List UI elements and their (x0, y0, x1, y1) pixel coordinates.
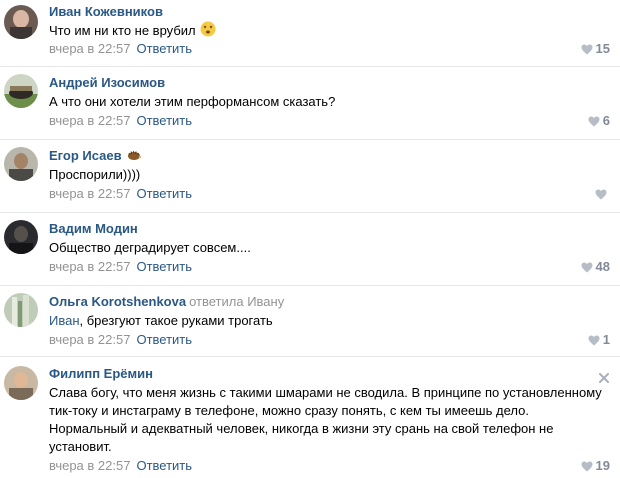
comment-item: Ольга Korotshenkova ответила Ивану Иван, … (0, 286, 620, 357)
avatar[interactable] (4, 220, 38, 254)
hedgehog-icon (126, 148, 142, 165)
author-name[interactable]: Филипп Ерёмин (49, 366, 153, 381)
comment-text: Общество деградирует совсем.... (49, 240, 251, 255)
comment-time[interactable]: вчера в 22:57 (49, 259, 130, 274)
close-icon[interactable] (598, 371, 610, 383)
author-name[interactable]: Ольга Korotshenkova (49, 294, 186, 309)
like-button[interactable] (595, 185, 610, 202)
comment-item: Егор Исаев Проспорили)))) вчера в 22:57 О… (0, 140, 620, 213)
like-button[interactable]: 1 (588, 331, 610, 348)
reply-button[interactable]: Ответить (136, 113, 192, 128)
heart-icon (588, 335, 600, 346)
like-count: 15 (595, 41, 610, 56)
like-count: 6 (602, 113, 610, 128)
like-button[interactable]: 15 (581, 40, 610, 57)
reply-to-link[interactable]: Ивану (247, 294, 284, 309)
comment-time[interactable]: вчера в 22:57 (49, 41, 130, 56)
comment-item: Вадим Модин Общество деградирует совсем.… (0, 213, 620, 286)
reply-button[interactable]: Ответить (136, 332, 192, 347)
comment-text: , брезгуют такое руками трогать (79, 313, 273, 328)
author-name[interactable]: Иван Кожевников (49, 4, 163, 19)
comment-time[interactable]: вчера в 22:57 (49, 113, 130, 128)
like-count: 48 (595, 259, 610, 274)
reply-button[interactable]: Ответить (136, 259, 192, 274)
avatar[interactable] (4, 293, 38, 327)
avatar[interactable] (4, 147, 38, 181)
dizzy-face-emoji-icon (200, 21, 216, 42)
author-name[interactable]: Андрей Изосимов (49, 75, 165, 90)
comment-text: Что им ни кто не врубил (49, 22, 196, 38)
comment-item: Андрей Изосимов А что они хотели этим пе… (0, 67, 620, 140)
author-name[interactable]: Егор Исаев (49, 148, 122, 163)
comment-time[interactable]: вчера в 22:57 (49, 332, 130, 347)
comment-item: Иван Кожевников Что им ни кто не врубил … (0, 0, 620, 67)
comment-time[interactable]: вчера в 22:57 (49, 458, 130, 473)
comments-list: Иван Кожевников Что им ни кто не врубил … (0, 0, 620, 478)
like-button[interactable]: 19 (581, 457, 610, 474)
comment-text: Проспорили)))) (49, 167, 141, 182)
like-button[interactable]: 6 (588, 112, 610, 129)
heart-icon (581, 44, 593, 55)
like-count: 19 (595, 458, 610, 473)
reply-button[interactable]: Ответить (136, 186, 192, 201)
avatar[interactable] (4, 5, 38, 39)
reply-button[interactable]: Ответить (136, 41, 192, 56)
like-count: 1 (602, 332, 610, 347)
like-button[interactable]: 48 (581, 258, 610, 275)
avatar[interactable] (4, 74, 38, 108)
comment-text: Слава богу, что меня жизнь с такими шмар… (49, 385, 602, 454)
mention-link[interactable]: Иван (49, 313, 80, 328)
comment-text: А что они хотели этим перформансом сказа… (49, 94, 336, 109)
heart-icon (581, 262, 593, 273)
avatar[interactable] (4, 366, 38, 400)
author-name[interactable]: Вадим Модин (49, 221, 138, 236)
replied-label: ответила (189, 294, 244, 309)
comment-time[interactable]: вчера в 22:57 (49, 186, 130, 201)
reply-button[interactable]: Ответить (136, 458, 192, 473)
comment-item: Филипп Ерёмин Слава богу, что меня жизнь… (0, 357, 620, 478)
heart-icon (595, 189, 607, 200)
heart-icon (588, 116, 600, 127)
heart-icon (581, 461, 593, 472)
